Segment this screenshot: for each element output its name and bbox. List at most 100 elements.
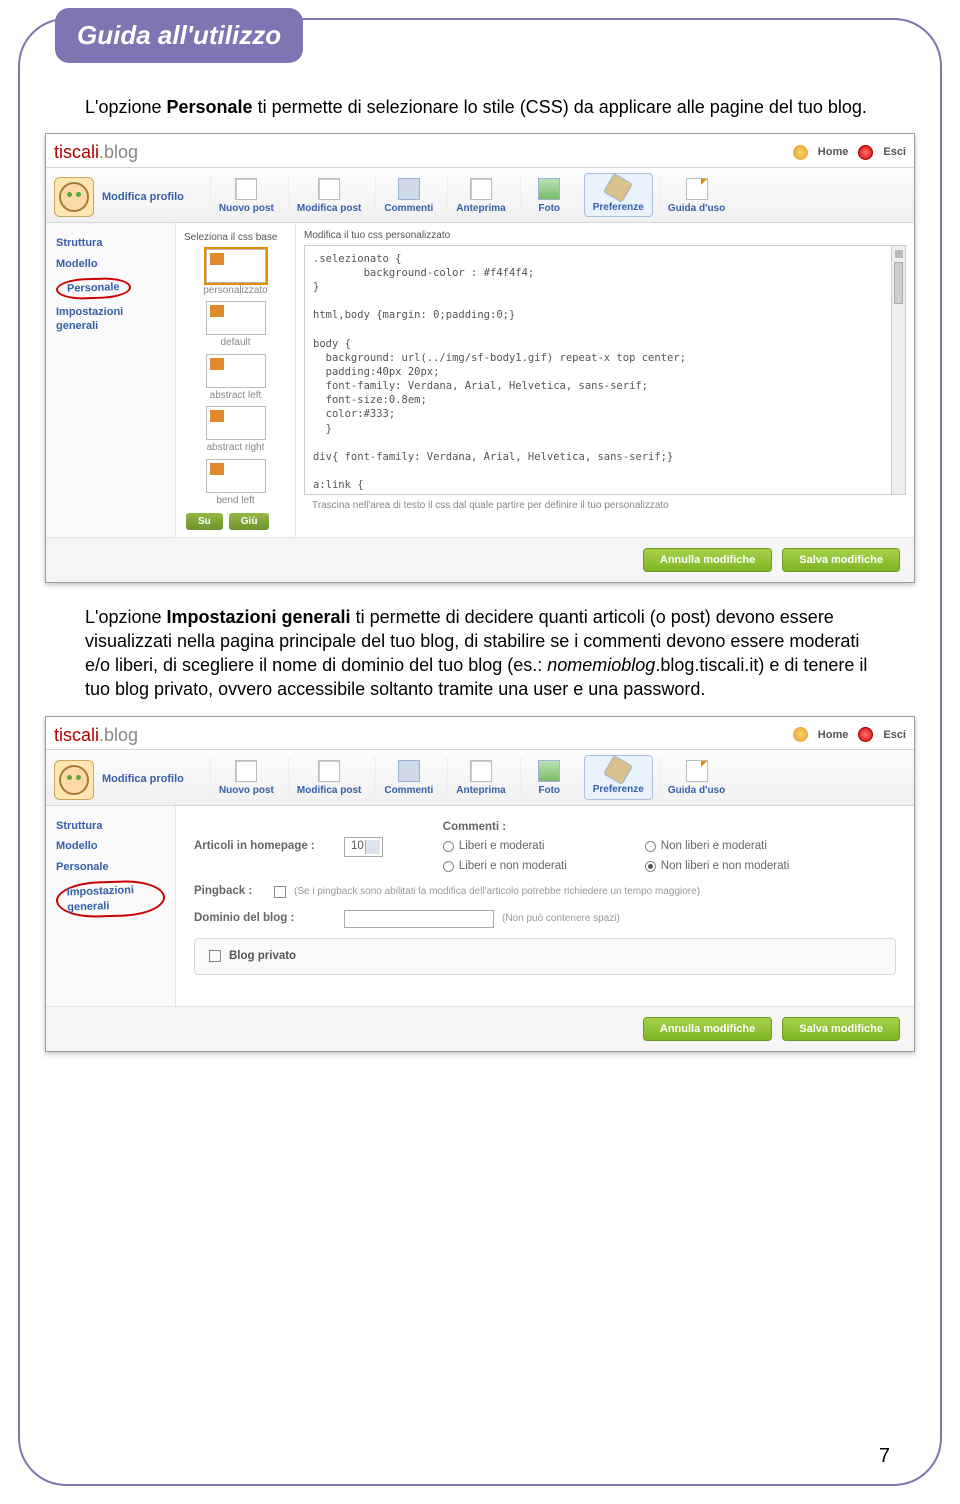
preferences-icon: [603, 755, 633, 785]
link-modifica-profilo[interactable]: Modifica profilo: [102, 772, 184, 787]
hint-pingback: (Se i pingback sono abilitati la modific…: [294, 885, 700, 899]
avatar-block: Modifica profilo: [54, 760, 184, 800]
sidebar-modello[interactable]: Modello: [54, 836, 167, 857]
link-esci[interactable]: Esci: [883, 145, 906, 160]
toolbtn-anteprima[interactable]: Anteprima: [447, 175, 513, 218]
settings-form: Articoli in homepage : 10 Commenti : Lib…: [176, 806, 914, 1006]
toolbtn-guida[interactable]: Guida d'uso: [659, 175, 733, 218]
label-blog-privato: Blog privato: [229, 949, 296, 965]
link-home[interactable]: Home: [818, 145, 849, 160]
thumb-bend-left[interactable]: [206, 459, 266, 493]
label-pingback: Pingback :: [194, 884, 274, 900]
preferences-icon: [603, 173, 633, 203]
sidebar-impostazioni-generali[interactable]: Impostazioni generali: [54, 878, 167, 920]
label-articoli-homepage: Articoli in homepage :: [194, 839, 344, 855]
logout-icon: [858, 727, 873, 742]
screenshot-personale: tiscali.blog Home Esci Modifica profilo …: [45, 133, 915, 582]
logo: tiscali.blog: [54, 723, 138, 747]
toolbtn-anteprima[interactable]: Anteprima: [447, 757, 513, 800]
comments-icon: [398, 760, 420, 782]
thumb-personalizzato[interactable]: [206, 249, 266, 283]
screenshot-impostazioni: tiscali.blog Home Esci Modifica profilo …: [45, 716, 915, 1052]
btn-salva[interactable]: Salva modifiche: [782, 1017, 900, 1041]
shot-body: Struttura Modello Personale Impostazioni…: [46, 223, 914, 537]
radio-non-liberi-non-moderati[interactable]: Non liberi e non moderati: [645, 859, 825, 875]
sidebar: Struttura Modello Personale Impostazioni…: [46, 223, 176, 537]
shot-body: Struttura Modello Personale Impostazioni…: [46, 806, 914, 1006]
sidebar-personale[interactable]: Personale: [54, 857, 167, 878]
toolbar: Modifica profilo Nuovo post Modifica pos…: [46, 168, 914, 224]
paragraph-impostazioni: L'opzione Impostazioni generali ti perme…: [85, 605, 875, 702]
blog-privato-box: Blog privato: [194, 938, 896, 976]
btn-annulla[interactable]: Annulla modifiche: [643, 1017, 772, 1041]
photo-icon: [538, 760, 560, 782]
radio-liberi-moderati[interactable]: Liberi e moderati: [443, 839, 623, 855]
css-edit-column: Modifica il tuo css personalizzato .sele…: [296, 223, 914, 537]
new-post-icon: [235, 760, 257, 782]
page-number: 7: [879, 1445, 890, 1468]
toolbtn-modifica-post[interactable]: Modifica post: [288, 757, 369, 800]
toolbtn-modifica-post[interactable]: Modifica post: [288, 175, 369, 218]
header-tab: Guida all'utilizzo: [55, 8, 303, 63]
shot-header: tiscali.blog Home Esci: [46, 717, 914, 750]
sidebar-personale[interactable]: Personale: [54, 275, 167, 302]
input-dominio[interactable]: [344, 910, 494, 928]
label-dominio: Dominio del blog :: [194, 911, 344, 927]
toolbtn-preferenze[interactable]: Preferenze: [584, 173, 653, 218]
shot-header: tiscali.blog Home Esci: [46, 134, 914, 167]
link-esci[interactable]: Esci: [883, 728, 906, 743]
guide-icon: [686, 760, 708, 782]
btn-su[interactable]: Su: [186, 513, 223, 530]
sidebar-modello[interactable]: Modello: [54, 254, 167, 275]
home-icon: [793, 727, 808, 742]
avatar: [54, 760, 94, 800]
scrollbar[interactable]: [891, 246, 905, 494]
select-articoli[interactable]: 10: [344, 837, 383, 857]
top-links: Home Esci: [793, 727, 906, 742]
toolbtn-commenti[interactable]: Commenti: [375, 757, 441, 800]
btn-giu[interactable]: Giù: [229, 513, 270, 530]
link-home[interactable]: Home: [818, 728, 849, 743]
sidebar-impostazioni-generali[interactable]: Impostazioni generali: [54, 302, 167, 338]
toolbtn-nuovo-post[interactable]: Nuovo post: [210, 757, 282, 800]
toolbtn-commenti[interactable]: Commenti: [375, 175, 441, 218]
sidebar-struttura[interactable]: Struttura: [54, 816, 167, 837]
label-commenti: Commenti :: [443, 820, 825, 836]
thumb-default[interactable]: [206, 301, 266, 335]
edit-post-icon: [318, 178, 340, 200]
toolbar: Modifica profilo Nuovo post Modifica pos…: [46, 750, 914, 806]
sidebar-struttura[interactable]: Struttura: [54, 233, 167, 254]
toolbtn-foto[interactable]: Foto: [520, 175, 578, 218]
new-post-icon: [235, 178, 257, 200]
toolbtn-foto[interactable]: Foto: [520, 757, 578, 800]
avatar-block: Modifica profilo: [54, 177, 184, 217]
commenti-options: Liberi e moderati Non liberi e moderati …: [443, 839, 825, 874]
logout-icon: [858, 145, 873, 160]
photo-icon: [538, 178, 560, 200]
sidebar: Struttura Modello Personale Impostazioni…: [46, 806, 176, 1006]
content: L'opzione Personale ti permette di selez…: [85, 95, 875, 1074]
css-textarea[interactable]: .selezionato { background-color : #f4f4f…: [304, 245, 906, 495]
css-edit-header: Modifica il tuo css personalizzato: [304, 229, 906, 243]
thumb-abstract-left[interactable]: [206, 354, 266, 388]
toolbtn-preferenze[interactable]: Preferenze: [584, 755, 653, 800]
css-drag-hint: Trascina nell'area di testo il css dal q…: [304, 495, 906, 517]
btn-salva[interactable]: Salva modifiche: [782, 548, 900, 572]
link-modifica-profilo[interactable]: Modifica profilo: [102, 190, 184, 205]
checkbox-blog-privato[interactable]: [209, 950, 221, 962]
btn-annulla[interactable]: Annulla modifiche: [643, 548, 772, 572]
paragraph-personale: L'opzione Personale ti permette di selez…: [85, 95, 875, 119]
radio-non-liberi-moderati[interactable]: Non liberi e moderati: [645, 839, 825, 855]
toolbtn-nuovo-post[interactable]: Nuovo post: [210, 175, 282, 218]
home-icon: [793, 145, 808, 160]
css-base-header: Seleziona il css base: [180, 231, 291, 245]
checkbox-pingback[interactable]: [274, 886, 286, 898]
thumb-abstract-right[interactable]: [206, 406, 266, 440]
radio-liberi-non-moderati[interactable]: Liberi e non moderati: [443, 859, 623, 875]
hint-dominio: (Non può contenere spazi): [502, 912, 620, 926]
top-links: Home Esci: [793, 145, 906, 160]
toolbtn-guida[interactable]: Guida d'uso: [659, 757, 733, 800]
css-base-column: Seleziona il css base personalizzato def…: [176, 223, 296, 537]
preview-icon: [470, 760, 492, 782]
header-title: Guida all'utilizzo: [77, 20, 281, 50]
